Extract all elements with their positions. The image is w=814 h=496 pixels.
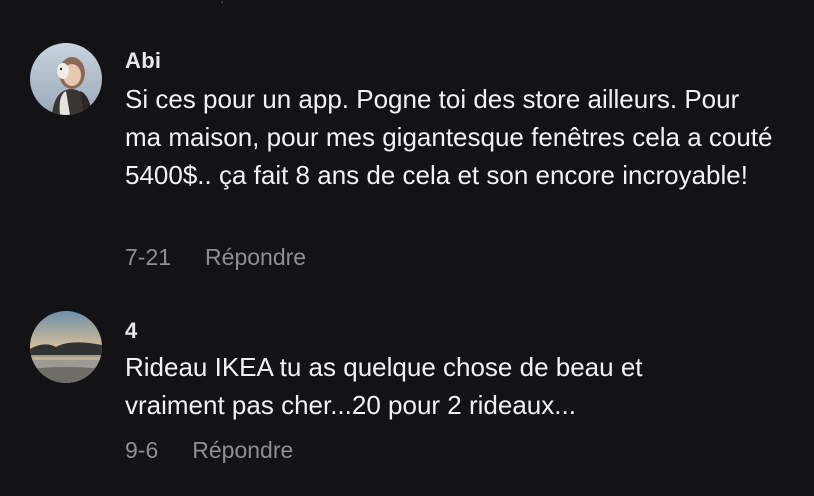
comment-date: 7-21 — [125, 244, 172, 270]
user-avatar[interactable] — [30, 311, 102, 383]
comment-meta: 9-6 Répondre — [125, 437, 293, 464]
username[interactable]: Abi — [125, 48, 161, 74]
comments-list: · Abi Si ces pour un app. Pogne toi des … — [0, 0, 814, 496]
reply-button[interactable]: Répondre — [205, 244, 306, 271]
previous-comment-fragment: · — [220, 0, 225, 9]
username[interactable]: 4 — [125, 318, 138, 344]
comment-meta: 7-21 Répondre — [125, 244, 306, 271]
sunset-lake-avatar-icon — [30, 311, 102, 383]
user-avatar[interactable] — [30, 43, 102, 115]
reply-button[interactable]: Répondre — [192, 437, 293, 464]
comment-text: Si ces pour un app. Pogne toi des store … — [125, 84, 773, 190]
comment-text: Rideau IKEA tu as quelque chose de beau … — [125, 352, 643, 420]
person-photo-avatar-icon — [30, 43, 102, 115]
comment-date: 9-6 — [125, 437, 159, 463]
